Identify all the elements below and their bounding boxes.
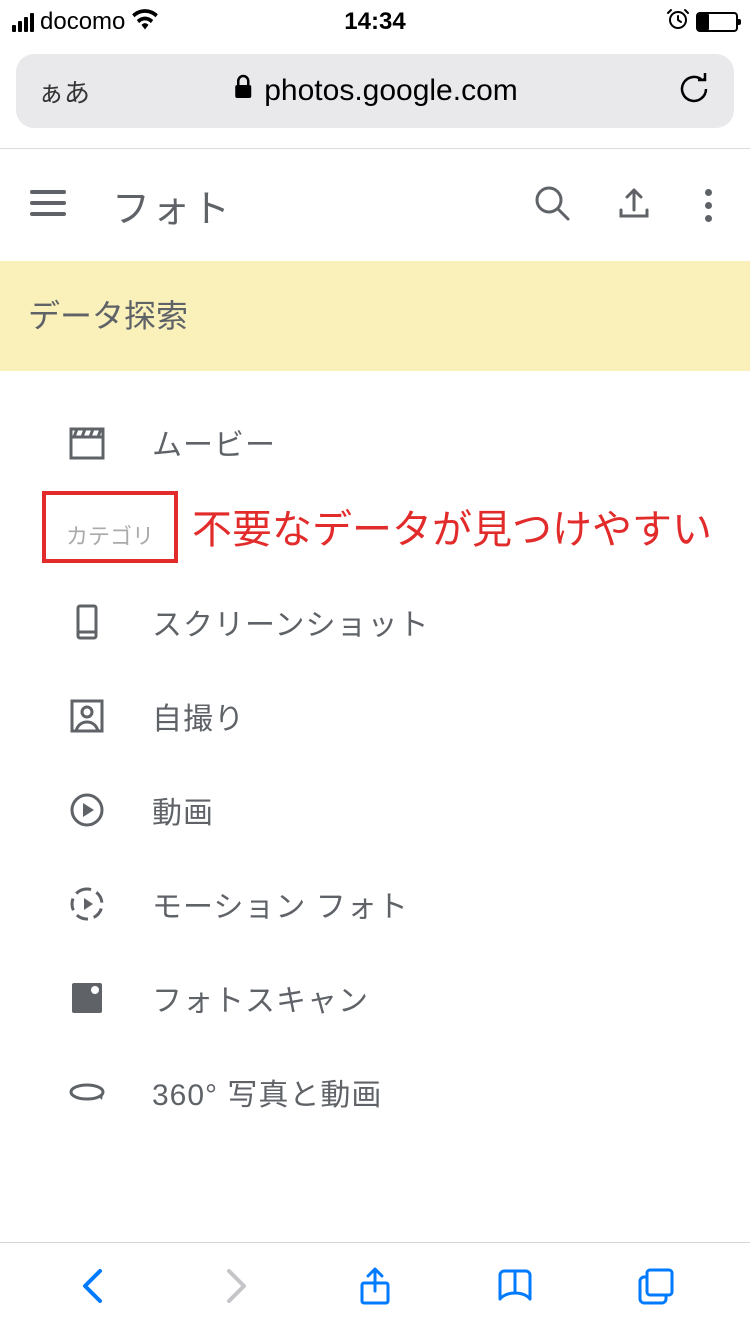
category-photo-scan[interactable]: フォトスキャン: [0, 951, 750, 1045]
alarm-icon: [666, 7, 690, 37]
bookmarks-button[interactable]: [494, 1265, 536, 1312]
play-circle-icon: [66, 789, 108, 831]
clapperboard-icon: [66, 421, 108, 463]
section-header: カテゴリ 不要なデータが見つけやすい: [0, 489, 750, 575]
annotation-text: 不要なデータが見つけやすい: [192, 497, 712, 555]
page-title: フォト: [112, 178, 487, 233]
category-selfies[interactable]: 自撮り: [0, 669, 750, 763]
safari-url-bar-container: ぁあ photos.google.com: [0, 44, 750, 148]
list-item-label: 自撮り: [152, 694, 245, 738]
share-button[interactable]: [354, 1265, 396, 1312]
scan-icon: [66, 977, 108, 1019]
category-videos[interactable]: 動画: [0, 763, 750, 857]
safari-url-bar[interactable]: ぁあ photos.google.com: [16, 54, 734, 128]
clock: 14:34: [344, 8, 405, 36]
list-item-label: 360° 写真と動画: [152, 1070, 382, 1114]
banner-text: データ探索: [28, 298, 188, 334]
search-icon[interactable]: [533, 184, 571, 227]
reader-mode-button[interactable]: ぁあ: [38, 73, 90, 110]
upload-icon[interactable]: [615, 184, 653, 227]
category-motion-photos[interactable]: モーション フォト: [0, 857, 750, 951]
battery-icon: [696, 12, 738, 32]
list-item-label: スクリーンショット: [152, 600, 430, 644]
category-screenshots[interactable]: スクリーンショット: [0, 575, 750, 669]
list-item-label: 動画: [152, 788, 214, 832]
category-360[interactable]: 360° 写真と動画: [0, 1045, 750, 1139]
carrier-label: docomo: [40, 8, 125, 36]
lock-icon: [232, 74, 254, 108]
list-item-label: モーション フォト: [152, 882, 409, 926]
smartphone-icon: [66, 601, 108, 643]
forward-button[interactable]: [214, 1265, 256, 1312]
content-area: ムービー カテゴリ 不要なデータが見つけやすい スクリーンショット 自撮り 動画…: [0, 371, 750, 1242]
wifi-icon: [131, 8, 159, 37]
list-item-label: フォトスキャン: [152, 976, 369, 1020]
app-header: フォト: [0, 149, 750, 261]
safari-bottom-toolbar: [0, 1242, 750, 1334]
reload-button[interactable]: [676, 71, 712, 112]
back-button[interactable]: [73, 1265, 115, 1312]
signal-bars-icon: [12, 12, 34, 32]
motion-icon: [66, 883, 108, 925]
list-item-label: ムービー: [152, 420, 276, 464]
domain-text: photos.google.com: [264, 74, 518, 108]
annotation-box: [42, 491, 178, 563]
ios-status-bar: docomo 14:34: [0, 0, 750, 44]
tabs-button[interactable]: [635, 1265, 677, 1312]
rotate-360-icon: [66, 1071, 108, 1113]
search-banner[interactable]: データ探索: [0, 261, 750, 371]
more-icon[interactable]: [697, 189, 720, 222]
movies-item[interactable]: ムービー: [0, 395, 750, 489]
url-display[interactable]: photos.google.com: [232, 74, 518, 108]
person-box-icon: [66, 695, 108, 737]
menu-icon[interactable]: [30, 189, 66, 222]
